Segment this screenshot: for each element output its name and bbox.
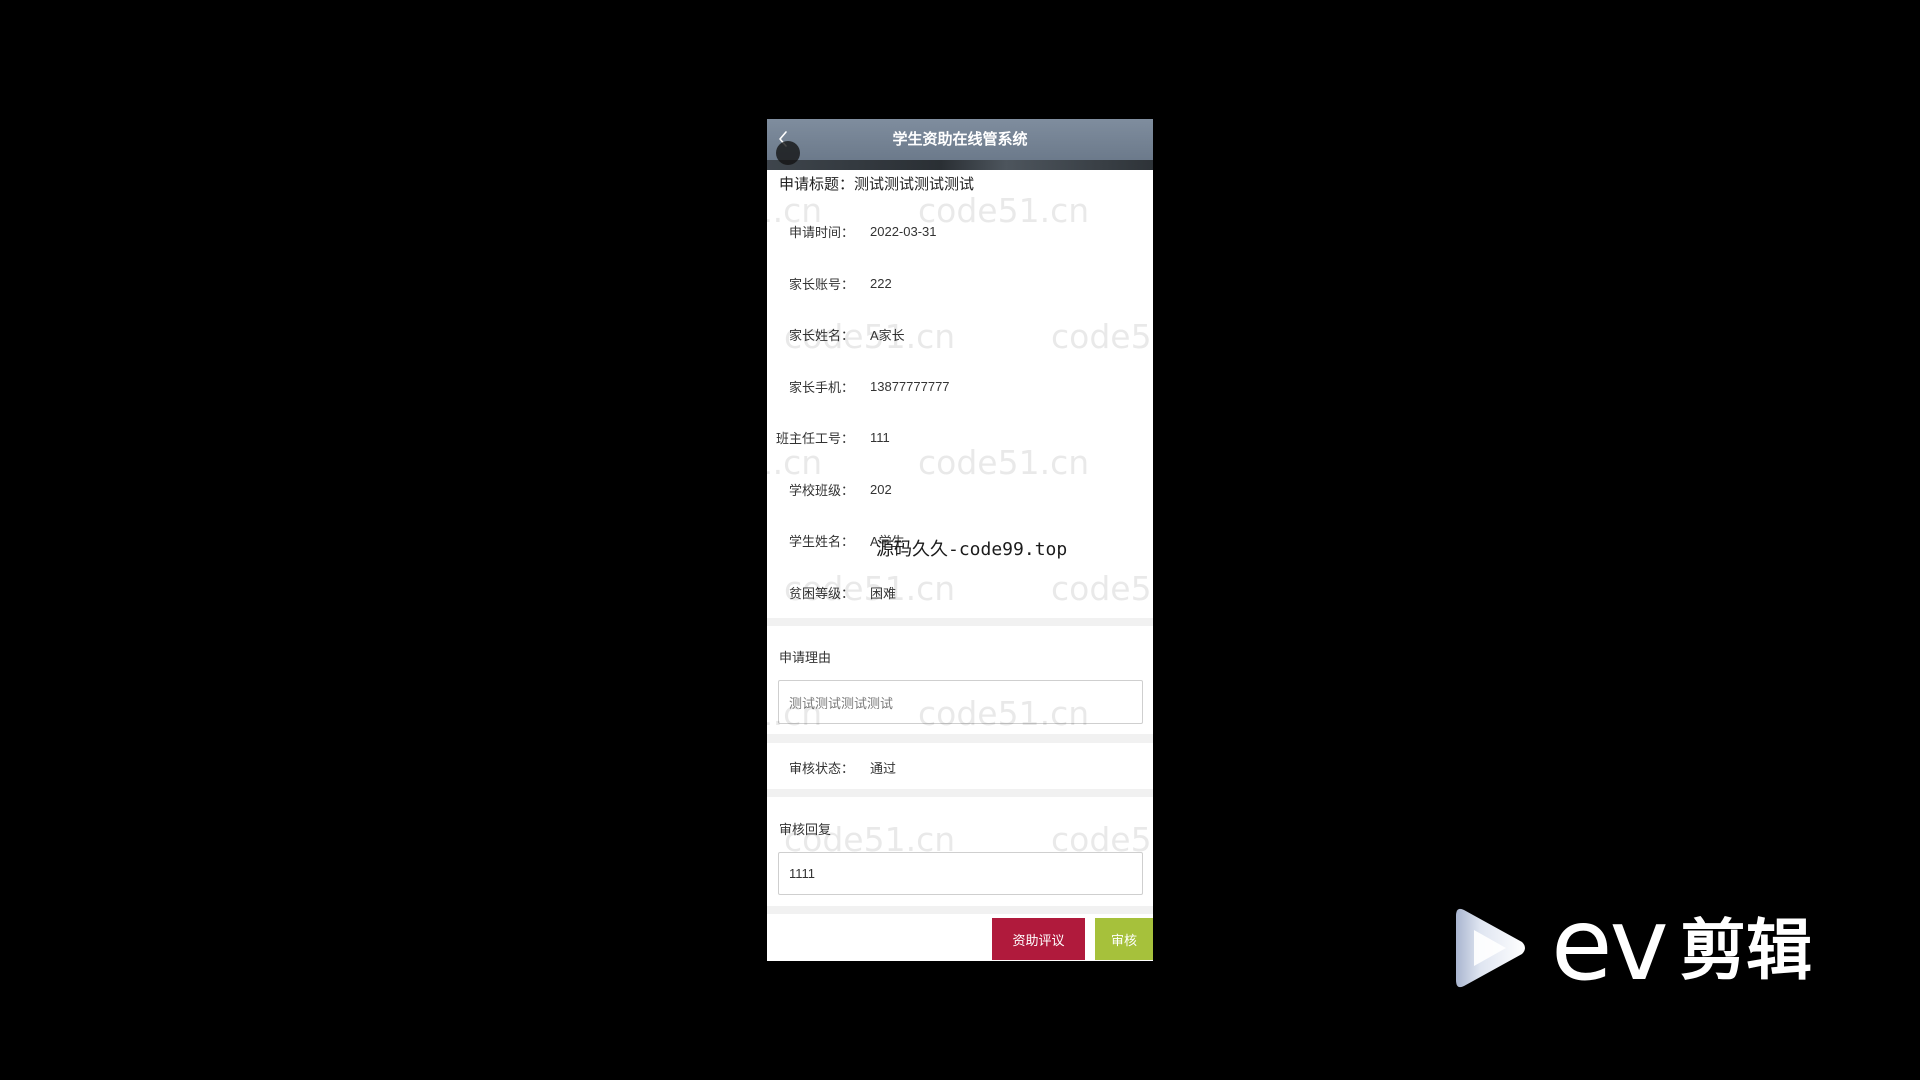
review-reply-label: 审核回复 [779, 822, 832, 837]
info-row-parent-phone: 家长手机： 13877777777 [767, 361, 1153, 413]
field-label: 贫困等级： [788, 585, 854, 601]
touch-indicator [776, 141, 800, 165]
header-shadow [767, 160, 1153, 170]
review-reply-input[interactable] [778, 852, 1143, 895]
field-value: A家长 [870, 328, 905, 344]
section-divider [767, 789, 1153, 797]
field-label: 学校班级： [788, 482, 854, 498]
field-label: 家长姓名： [788, 328, 854, 344]
field-value: 2022-03-31 [870, 224, 937, 240]
section-divider [767, 618, 1153, 626]
reason-textarea[interactable]: 测试测试测试测试 [778, 680, 1143, 724]
field-value: A学生 [870, 534, 905, 550]
info-row-parent-name: 家长姓名： A家长 [767, 309, 1153, 361]
evaluate-button[interactable]: 资助评议 [992, 918, 1085, 960]
review-status-value: 通过 [870, 760, 897, 776]
info-row-school-class: 学校班级： 202 [767, 464, 1153, 516]
page-title: 学生资助在线管系统 [892, 131, 1028, 148]
section-divider [767, 906, 1153, 914]
info-row-poverty-level: 贫困等级： 困难 [767, 567, 1153, 619]
field-value: 222 [870, 275, 892, 291]
field-label: 家长手机： [788, 379, 854, 395]
review-status-row: 审核状态： 通过 [767, 746, 1153, 788]
application-info-list: 申请时间： 2022-03-31 家长账号： 222 家长姓名： A家长 家长手… [767, 206, 1153, 618]
application-title-value: 测试测试测试测试 [854, 176, 975, 193]
field-value: 111 [870, 430, 890, 446]
info-row-student-name: 学生姓名： A学生 [767, 515, 1153, 567]
review-status-label: 审核状态： [788, 760, 854, 776]
section-divider [767, 734, 1153, 743]
app-header: 学生资助在线管系统 [767, 119, 1153, 160]
field-label: 家长账号： [788, 276, 854, 292]
review-button[interactable]: 审核 [1095, 918, 1153, 960]
play-icon [1456, 908, 1525, 988]
field-value: 13877777777 [870, 378, 950, 394]
field-value: 困难 [870, 585, 897, 601]
field-label: 学生姓名： [788, 534, 854, 550]
info-row-apply-time: 申请时间： 2022-03-31 [767, 206, 1153, 258]
application-title-label: 申请标题： [779, 176, 855, 193]
logo-text-cjk: 剪辑 [1680, 912, 1812, 989]
field-value: 202 [870, 481, 892, 497]
logo-text-latin: ev [1551, 886, 1669, 1003]
field-label: 申请时间： [788, 225, 854, 241]
info-row-head-teacher-id: 班主任工号： 111 [767, 412, 1153, 464]
phone-screen: 学生资助在线管系统 申请标题：测试测试测试测试 申请时间： 2022-03-31… [767, 119, 1153, 961]
application-title-row: 申请标题：测试测试测试测试 [779, 170, 974, 200]
field-label: 班主任工号： [775, 431, 854, 447]
info-row-parent-account: 家长账号： 222 [767, 258, 1153, 310]
reason-label: 申请理由 [779, 650, 832, 665]
